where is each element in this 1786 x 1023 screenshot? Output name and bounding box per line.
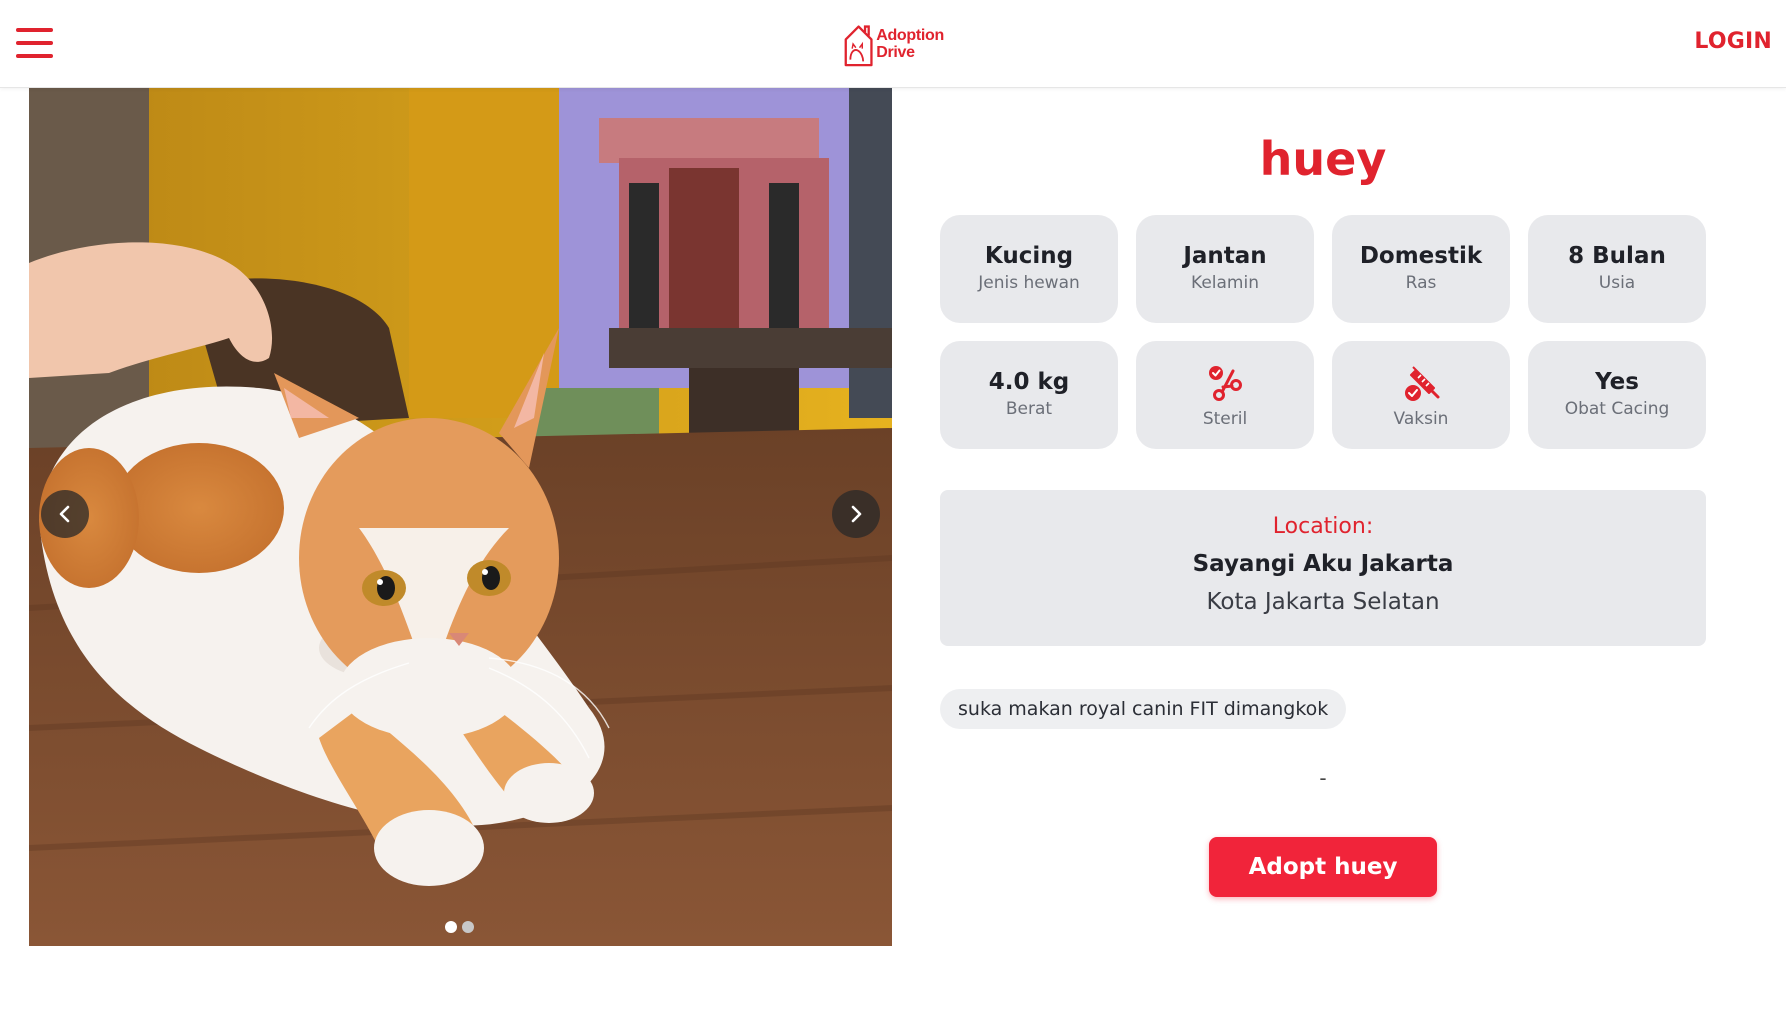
vaccine-syringe-icon bbox=[1405, 366, 1440, 401]
logo-text-line1: Adoption bbox=[876, 27, 944, 44]
attribute-card-sex: Jantan Kelamin bbox=[1136, 215, 1314, 323]
chevron-right-icon bbox=[851, 505, 862, 523]
attribute-label: Jenis hewan bbox=[978, 273, 1080, 293]
carousel-dots bbox=[445, 921, 474, 933]
adopt-button[interactable]: Adopt huey bbox=[1209, 837, 1437, 897]
pet-description: - bbox=[1319, 766, 1327, 790]
top-navbar: Adoption Drive LOGIN bbox=[0, 0, 1786, 88]
attribute-value: 4.0 kg bbox=[988, 369, 1070, 395]
carousel-dot-1[interactable] bbox=[445, 921, 457, 933]
house-cat-logo-icon bbox=[844, 25, 873, 67]
pet-name-heading: huey bbox=[1259, 132, 1387, 186]
logo-text-line2: Drive bbox=[876, 44, 915, 61]
sterilized-icon bbox=[1209, 366, 1242, 401]
attribute-card-age: 8 Bulan Usia bbox=[1528, 215, 1706, 323]
login-link[interactable]: LOGIN bbox=[1694, 29, 1772, 54]
attribute-value: Yes bbox=[1595, 369, 1639, 395]
location-title: Location: bbox=[1272, 514, 1374, 539]
attribute-value: Kucing bbox=[984, 243, 1074, 269]
attribute-card-sterilized: Steril bbox=[1136, 341, 1314, 449]
attribute-card-vaccinated: Vaksin bbox=[1332, 341, 1510, 449]
pet-photo bbox=[29, 88, 892, 946]
attribute-label: Usia bbox=[1598, 273, 1636, 293]
attribute-card-breed: Domestik Ras bbox=[1332, 215, 1510, 323]
carousel-next-button[interactable] bbox=[832, 490, 880, 538]
attribute-label: Berat bbox=[1005, 399, 1053, 419]
attribute-card-weight: 4.0 kg Berat bbox=[940, 341, 1118, 449]
carousel-dot-2[interactable] bbox=[462, 921, 474, 933]
attribute-value: Jantan bbox=[1183, 243, 1267, 269]
chevron-left-icon bbox=[59, 505, 70, 523]
carousel-prev-button[interactable] bbox=[41, 490, 89, 538]
pet-photo-carousel[interactable] bbox=[29, 88, 892, 946]
location-box: Location: Sayangi Aku Jakarta Kota Jakar… bbox=[940, 490, 1706, 646]
adoption-drive-logo[interactable]: Adoption Drive bbox=[843, 17, 944, 71]
attribute-value: 8 Bulan bbox=[1568, 243, 1666, 269]
attribute-value: Domestik bbox=[1359, 243, 1483, 269]
attribute-label: Kelamin bbox=[1191, 273, 1259, 293]
location-city: Kota Jakarta Selatan bbox=[1206, 589, 1440, 615]
pet-tag-chip: suka makan royal canin FIT dimangkok bbox=[940, 689, 1347, 729]
attribute-label: Steril bbox=[1202, 409, 1248, 429]
attribute-card-species: Kucing Jenis hewan bbox=[940, 215, 1118, 323]
location-name: Sayangi Aku Jakarta bbox=[1192, 551, 1454, 577]
hamburger-menu-icon[interactable] bbox=[16, 28, 54, 60]
attribute-card-deworming: Yes Obat Cacing bbox=[1528, 341, 1706, 449]
attribute-label: Ras bbox=[1405, 273, 1437, 293]
attribute-label: Vaksin bbox=[1393, 409, 1449, 429]
attribute-label: Obat Cacing bbox=[1564, 399, 1670, 419]
